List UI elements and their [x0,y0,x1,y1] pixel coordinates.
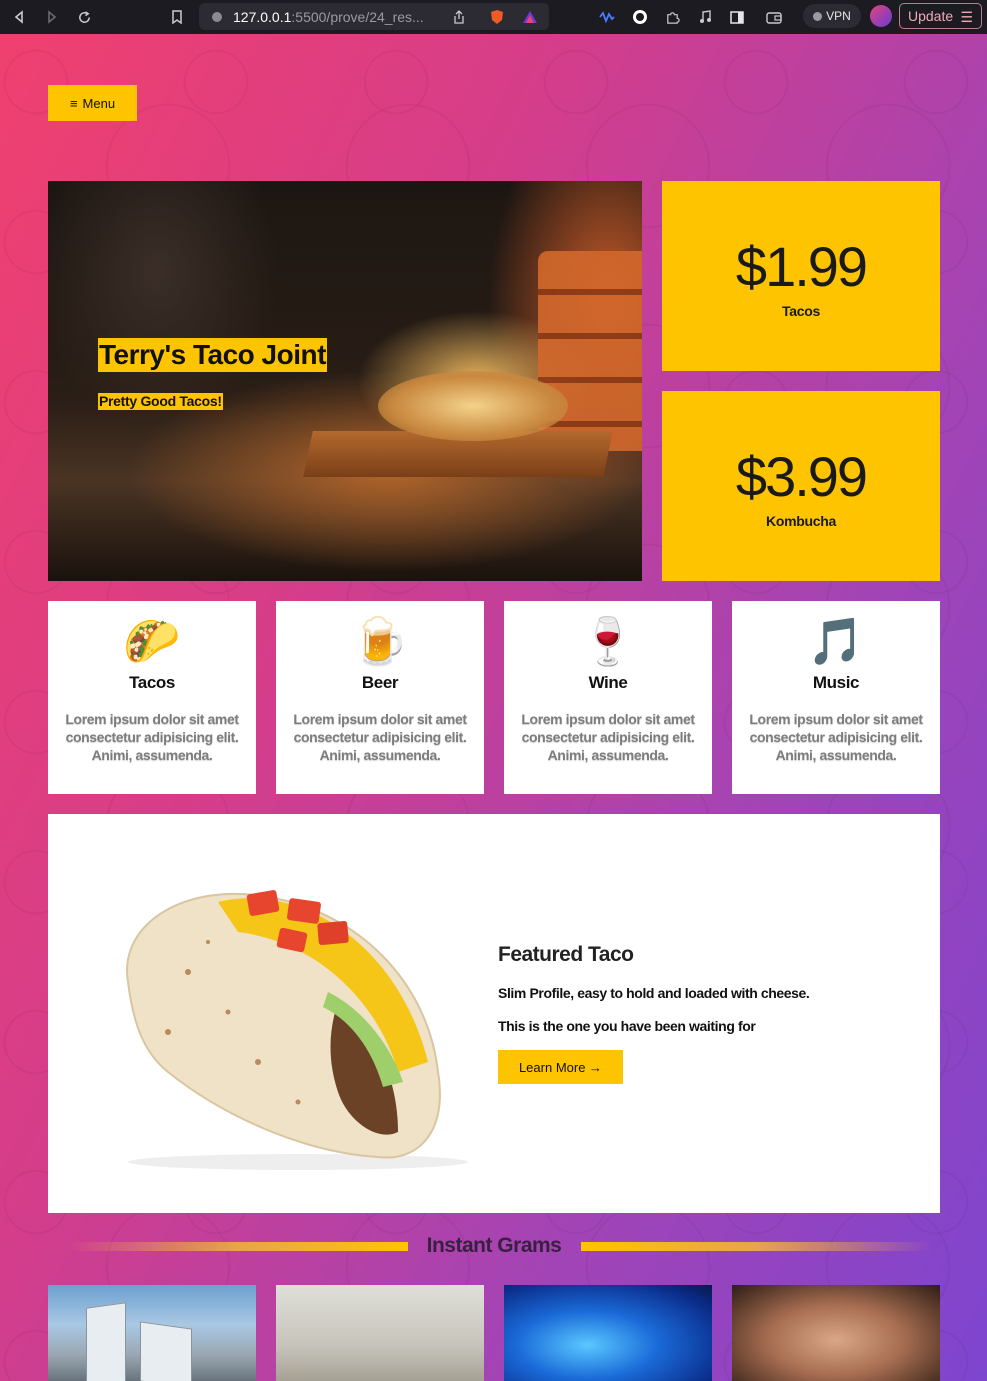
sidebar-icon[interactable] [727,7,747,27]
feature-description: Lorem ipsum dolor sit amet consectetur a… [293,711,467,763]
update-label: Update [908,8,954,24]
price-amount: $1.99 [735,235,868,298]
featured-taco-image [126,890,468,1170]
feature-name: Music [812,673,860,692]
music-note-icon[interactable] [695,7,715,27]
price-amount: $3.99 [735,445,868,508]
hero-subtitle: Pretty Good Tacos! [98,393,223,410]
music-notes-icon: 🎵 [807,615,865,667]
vpn-button[interactable]: VPN [803,4,861,28]
address-bar[interactable]: 127.0.0.1:5500/prove/24_res... [199,3,549,30]
gram-photo-street[interactable] [276,1285,484,1381]
instant-grams-title: Instant Grams [426,1234,562,1257]
menu-button[interactable]: ≡ Menu [48,85,137,121]
vpn-label: VPN [826,9,851,23]
feature-name: Tacos [129,673,175,692]
extensions-puzzle-icon[interactable] [662,7,682,27]
vpn-status-icon [813,11,823,21]
forward-icon[interactable] [42,7,62,27]
app-menu-icon: ☰ [960,9,973,25]
learn-more-button[interactable]: Learn More → [498,1050,623,1084]
featured-title: Featured Taco [498,943,634,966]
hero-title: Terry's Taco Joint [98,338,327,372]
site-info-icon[interactable] [207,7,227,27]
feature-name: Wine [588,673,628,692]
update-button[interactable]: Update ☰ [899,3,982,29]
hero-taco-graphic [378,371,568,441]
featured-description-1: Slim Profile, easy to hold and loaded wi… [498,985,810,1001]
price-card-kombucha: $3.99 Kombucha [662,391,940,581]
reload-icon[interactable] [74,7,94,27]
wine-glass-icon: 🍷 [579,615,637,667]
feature-description: Lorem ipsum dolor sit amet consectetur a… [521,711,695,763]
feature-name: Beer [361,673,399,692]
browser-toolbar: 127.0.0.1:5500/prove/24_res... VPN Updat… [0,0,987,34]
bookmark-icon[interactable] [167,7,187,27]
taco-icon: 🌮 [123,615,181,667]
price-label: Tacos [782,303,820,319]
beer-mug-icon: 🍺 [351,615,409,667]
extension-c-icon[interactable] [630,7,650,27]
profile-avatar[interactable] [870,5,892,27]
featured-description-2: This is the one you have been waiting fo… [498,1018,756,1034]
feature-card-beer: 🍺 Beer Lorem ipsum dolor sit amet consec… [276,601,484,794]
brave-shield-icon[interactable] [487,7,507,27]
hero-image: Terry's Taco Joint Pretty Good Tacos! [48,181,642,581]
gram-photo-buildings[interactable] [48,1285,256,1381]
hamburger-icon: ≡ [69,95,78,111]
back-icon[interactable] [9,7,29,27]
price-card-tacos: $1.99 Tacos [662,181,940,371]
feature-card-music: 🎵 Music Lorem ipsum dolor sit amet conse… [732,601,940,794]
url-path: :5500/prove/24_res... [291,8,424,25]
feature-card-tacos: 🌮 Tacos Lorem ipsum dolor sit amet conse… [48,601,256,794]
url-host: 127.0.0.1 [233,8,292,25]
menu-label: Menu [82,95,116,111]
featured-taco-section: Featured Taco Slim Profile, easy to hold… [48,814,940,1213]
gram-photo-abstract[interactable] [504,1285,712,1381]
gram-photo-portrait[interactable] [732,1285,940,1381]
wallet-icon[interactable] [764,7,784,27]
price-label: Kombucha [766,513,836,529]
page-body: ≡ Menu Terry's Taco Joint Pretty Good Ta… [0,34,987,1381]
feature-description: Lorem ipsum dolor sit amet consectetur a… [749,711,923,763]
share-icon[interactable] [449,7,469,27]
brave-rewards-icon[interactable] [520,7,540,27]
audio-wave-icon[interactable] [597,7,617,27]
instant-grams-header: Instant Grams [48,1234,940,1260]
feature-card-wine: 🍷 Wine Lorem ipsum dolor sit amet consec… [504,601,712,794]
feature-description: Lorem ipsum dolor sit amet consectetur a… [65,711,239,763]
